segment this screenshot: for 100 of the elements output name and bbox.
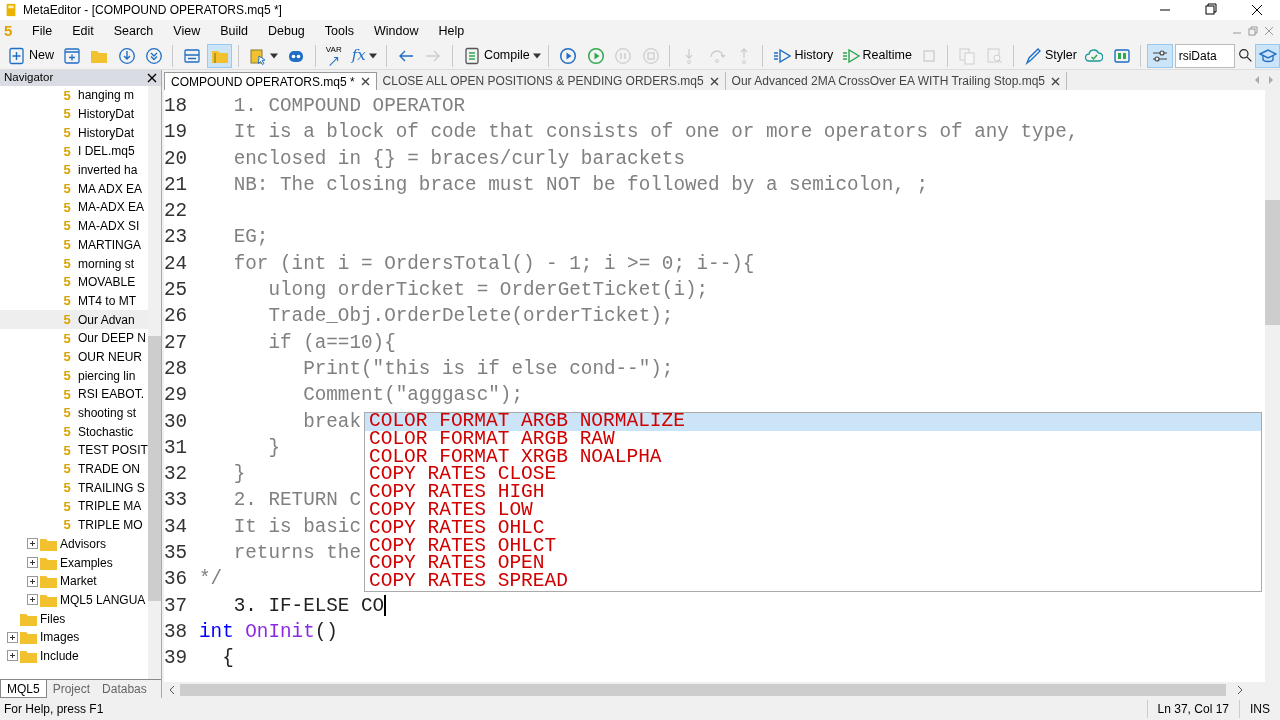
tree-item[interactable]: Include [0, 646, 148, 666]
history-button[interactable]: History [769, 43, 836, 68]
new-button[interactable]: New [4, 43, 57, 68]
mql5-file-icon: 5 [60, 216, 74, 236]
code-line: NB: The closing brace must NOT be followed by a semicolon, ; [232, 172, 928, 198]
tree-item[interactable]: 5 I DEL.mq5 [0, 142, 148, 161]
menu-item[interactable]: Search [103, 21, 164, 41]
mql5-file-icon: 5 [60, 253, 74, 274]
variable-button[interactable]: VAR [321, 43, 346, 68]
autocomplete-item[interactable]: COPY RATES OHLCT [365, 537, 1261, 556]
autocomplete-item[interactable]: COPY RATES OHLC [365, 519, 1261, 538]
caret-icon[interactable] [368, 52, 377, 59]
tree-item[interactable]: 5 HistoryDat [0, 104, 148, 124]
mql5-file-icon: 5 [60, 141, 74, 162]
code-line: enclosed in {} = braces/curly barackets [232, 146, 685, 172]
tree-item[interactable]: Files [0, 609, 148, 628]
mql5-file-icon: 5 [60, 179, 74, 199]
autocomplete-item[interactable]: COPY RATES SPREAD [365, 573, 1261, 591]
menu-item[interactable]: File [22, 21, 63, 41]
tree-item[interactable]: 5 TEST POSIT [0, 441, 148, 460]
tree-item[interactable]: 5 morning st [0, 254, 148, 273]
autocomplete-item[interactable]: COLOR FORMAT XRGB NOALPHA [365, 448, 1261, 467]
tree-item[interactable]: 5 piercing lin [0, 366, 148, 385]
tree-item[interactable]: 5 MA-ADX EA [0, 198, 148, 217]
tree-item[interactable]: 5 MA-ADX SI [0, 216, 148, 236]
tree-item[interactable]: 5 Our Advan [0, 310, 148, 329]
tree-item[interactable]: Advisors [0, 534, 148, 554]
close-icon[interactable] [360, 77, 370, 86]
code-line: } [267, 435, 280, 461]
tree-item[interactable]: 5 TRIPLE MO [0, 515, 148, 535]
mql5-file-icon: 5 [60, 197, 74, 218]
scrollbar[interactable] [148, 86, 161, 679]
expander-icon[interactable] [26, 538, 38, 550]
line-number: 28 [164, 356, 189, 382]
tree-item[interactable]: 5 hanging m [0, 86, 148, 105]
tree-item[interactable]: 5 TRIPLE MA [0, 497, 148, 516]
expander-icon[interactable] [26, 594, 38, 606]
tree-item[interactable]: 5 HistoryDat [0, 123, 148, 143]
search-field[interactable]: rsiData [1174, 43, 1235, 68]
line-number: 36 [164, 567, 189, 593]
expander-icon[interactable] [6, 650, 18, 662]
realtime-button[interactable]: Realtime [837, 43, 914, 68]
mql5-file-icon: 5 [60, 347, 74, 367]
close-icon[interactable] [1051, 76, 1061, 86]
tree-item[interactable]: 5 TRAILING S [0, 478, 148, 498]
menu-item[interactable]: Tools [314, 21, 364, 41]
copy-icon [958, 46, 977, 65]
mql5-file-icon: 5 [60, 328, 74, 349]
download-icon [117, 46, 136, 65]
autocomplete-item[interactable]: COPY RATES LOW [365, 502, 1261, 520]
autocomplete-item[interactable]: COLOR FORMAT ARGB NORMALIZE [365, 413, 1261, 431]
tree-item[interactable]: MQL5 LANGUA [0, 590, 148, 610]
tree-item[interactable]: Examples [0, 553, 148, 572]
tree-item[interactable]: 5 MA ADX EA [0, 179, 148, 199]
tree-item[interactable]: 5 RSI EABOT. [0, 385, 148, 404]
styler-button[interactable]: Styler [1020, 43, 1080, 68]
tree-item[interactable]: Market [0, 571, 148, 591]
scroll-right-icon[interactable] [1236, 686, 1244, 694]
tree-item[interactable]: 5 MOVABLE [0, 272, 148, 292]
toolbar-button[interactable] [1254, 43, 1280, 68]
scroll-left-icon[interactable] [168, 686, 176, 694]
close-icon[interactable] [147, 73, 157, 83]
tree-item[interactable]: 5 Stochastic [0, 422, 148, 442]
autocomplete-item[interactable]: COLOR FORMAT ARGB RAW [365, 430, 1261, 449]
code-line: returns the [232, 541, 361, 567]
toolbar-button[interactable] [1147, 43, 1173, 68]
menu-item[interactable]: Help [428, 21, 475, 41]
tree-item[interactable]: 5 OUR NEUR [0, 347, 148, 367]
mql5-file-icon: 5 [60, 496, 74, 517]
tree-item[interactable]: 5 MT4 to MT [0, 291, 148, 311]
expander-icon[interactable] [26, 557, 38, 569]
toolbar-button[interactable]: fx [347, 43, 381, 68]
file-tab[interactable]: COMPOUND OPERATORS.mq5 * [164, 72, 377, 90]
menu-item[interactable]: View [163, 21, 211, 41]
expander-icon[interactable] [26, 575, 38, 587]
code-line: if (a==10){ [267, 330, 396, 356]
search-icon[interactable] [1237, 48, 1253, 63]
caret-icon[interactable] [270, 52, 279, 59]
caret-icon[interactable] [532, 52, 541, 59]
panel-tab[interactable]: Databas [96, 680, 153, 698]
tree-item[interactable]: 5 Our DEEP N [0, 328, 148, 348]
compile-button[interactable]: Compile [458, 43, 543, 68]
close-icon[interactable] [709, 76, 719, 86]
toolbar-button[interactable] [206, 43, 233, 68]
autocomplete-item[interactable]: COPY RATES CLOSE [365, 466, 1261, 485]
panel-tab[interactable]: Project [46, 680, 97, 698]
tree-item[interactable]: Images [0, 627, 148, 647]
tree-item[interactable]: 5 inverted ha [0, 160, 148, 180]
autocomplete-item[interactable]: COPY RATES OPEN [365, 555, 1261, 574]
tree-item[interactable]: 5 shooting st [0, 403, 148, 423]
menu-item[interactable]: Debug [258, 21, 315, 41]
expander-icon[interactable] [6, 631, 18, 643]
autocomplete-item[interactable]: COPY RATES HIGH [365, 484, 1261, 502]
tree-item[interactable]: 5 TRADE ON [0, 459, 148, 479]
panel-tab[interactable]: MQL5 [0, 680, 47, 698]
menu-item[interactable]: Edit [62, 21, 104, 41]
pause-icon [614, 46, 633, 65]
menu-item[interactable]: Window [364, 21, 429, 41]
tree-item[interactable]: 5 MARTINGA [0, 235, 148, 255]
menu-item[interactable]: Build [210, 21, 258, 41]
